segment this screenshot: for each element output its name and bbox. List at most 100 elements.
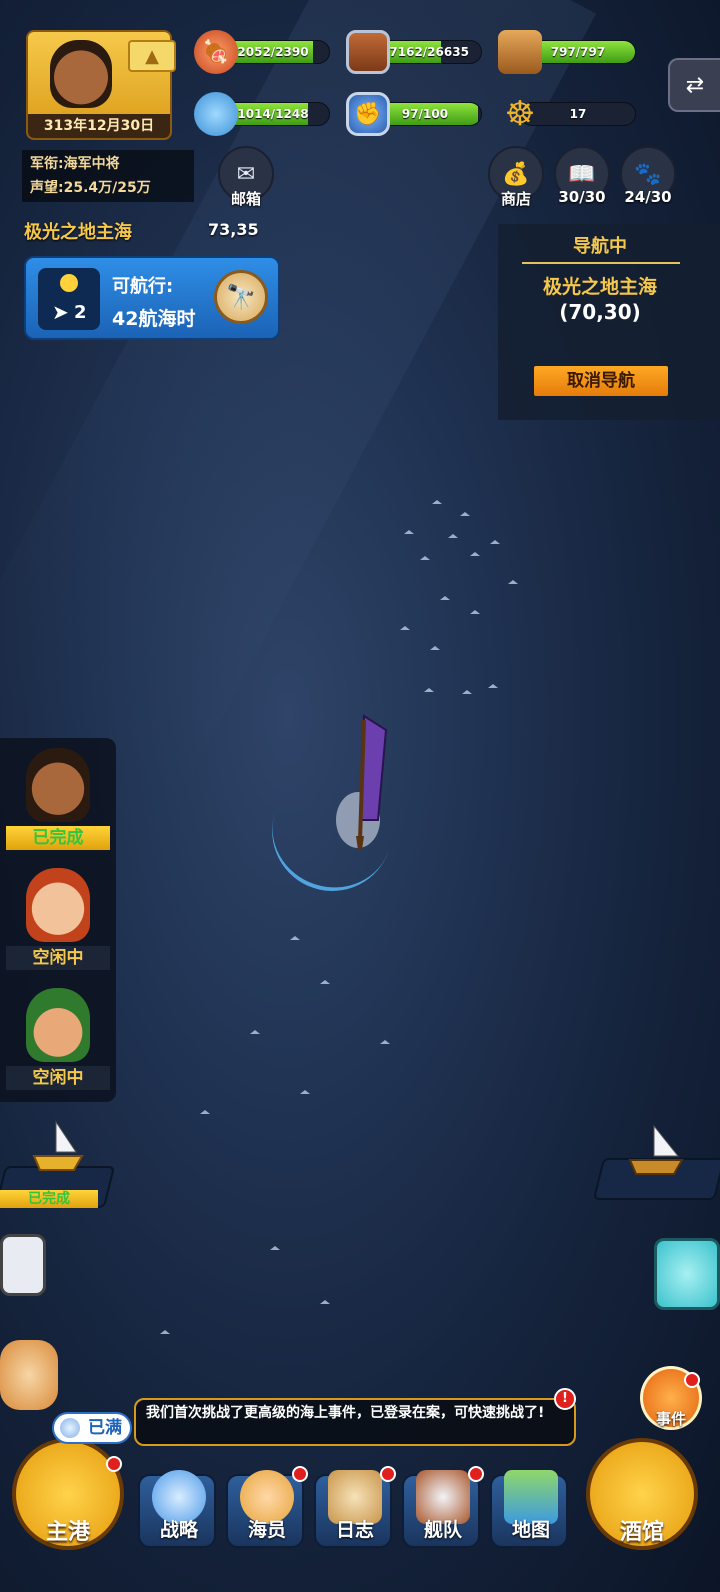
tab-map[interactable]: 地图: [490, 1470, 568, 1548]
book-count: 30/30: [558, 188, 606, 206]
harbor-notification-dot: [106, 1456, 122, 1472]
tavern-label: 酒馆: [619, 1520, 664, 1545]
spyglass-icon[interactable]: 🔭: [214, 270, 268, 324]
rank-info: 军衔:海军中将 声望:25.4万/25万: [22, 150, 194, 202]
weather-compass: ➤ 2: [38, 268, 100, 330]
player-ship[interactable]: [320, 700, 400, 860]
navigation-title: 导航中: [573, 236, 627, 257]
wood-resource[interactable]: 17162/26635: [346, 30, 482, 74]
divider: [522, 262, 680, 264]
captain-slot[interactable]: 已完成: [6, 742, 110, 854]
wave-mark: [508, 580, 518, 584]
wave-mark: [380, 1040, 390, 1044]
captain-status: 空闲中: [6, 946, 110, 970]
dog-pet[interactable]: [0, 1340, 58, 1410]
cat-pet[interactable]: [654, 1238, 720, 1310]
tab-fleet-label: 舰队: [423, 1519, 462, 1541]
arrow-icon: ➤: [52, 300, 69, 324]
wave-mark: [300, 1090, 310, 1094]
wave-mark: [250, 1030, 260, 1034]
tab-journal-label: 日志: [335, 1519, 374, 1541]
ghost-pet[interactable]: [0, 1234, 46, 1296]
wave-mark: [290, 936, 300, 940]
player-avatar: [50, 40, 112, 108]
fleet-notification-dot: [468, 1466, 484, 1482]
wave-mark: [440, 596, 450, 600]
book-icon: 📖: [568, 161, 596, 187]
wave-mark: [448, 534, 458, 538]
wave-mark: [400, 626, 410, 630]
sun-icon: [60, 274, 78, 292]
wave-mark: [470, 610, 480, 614]
wave-mark: [490, 540, 500, 544]
captain-slot[interactable]: 空闲中: [6, 862, 110, 974]
tab-journal[interactable]: 日志: [314, 1470, 392, 1548]
crew-resource[interactable]: 1014/1248: [194, 92, 332, 136]
captain-status: 空闲中: [6, 1066, 110, 1090]
food-resource[interactable]: 2052/2390 🍖: [194, 30, 332, 74]
energy-resource[interactable]: 97/100 ✊: [346, 92, 482, 136]
navigation-coordinates: (70,30): [559, 300, 641, 324]
fame-value: 声望:25.4万/25万: [30, 180, 151, 196]
wave-mark: [460, 512, 470, 516]
wave-mark: [320, 980, 330, 984]
sailable-label: 可航行:: [112, 276, 174, 297]
tab-map-label: 地图: [511, 1519, 550, 1541]
captain-status: 已完成: [6, 826, 110, 850]
storage-full-badge: 已满: [52, 1412, 132, 1444]
crew-notification-dot: [292, 1466, 308, 1482]
journal-notification-dot: [380, 1466, 396, 1482]
wave-mark: [424, 688, 434, 692]
fleet-left[interactable]: 已完成: [0, 1112, 116, 1208]
fleet-right[interactable]: [592, 1118, 720, 1200]
captain-avatar: [26, 988, 90, 1062]
swap-arrows-icon[interactable]: ⇄: [668, 58, 720, 112]
wave-mark: [200, 1110, 210, 1114]
tab-strategy-label: 战略: [159, 1519, 198, 1541]
pet-count: 24/30: [624, 188, 672, 206]
wave-mark: [470, 552, 480, 556]
wave-mark: [430, 646, 440, 650]
event-label: 事件: [655, 1410, 686, 1428]
message-text: 我们首次挑战了更高级的海上事件，已登录在案，可快速挑战了!: [146, 1405, 545, 1421]
fleet-ship-icon: [628, 1124, 684, 1175]
wave-mark: [462, 690, 472, 694]
lumber-icon: [498, 30, 542, 74]
wave-mark: [270, 1246, 280, 1250]
pet-icon: 🐾: [634, 161, 662, 187]
money-bag-icon: 💰: [502, 161, 530, 187]
message-banner[interactable]: 我们首次挑战了更高级的海上事件，已登录在案，可快速挑战了!: [134, 1398, 576, 1446]
sailing-panel[interactable]: ➤ 2 可航行: 42航海时 🔭: [24, 256, 280, 340]
ship-wheel-icon: ☸: [504, 94, 536, 134]
cancel-navigation-button[interactable]: 取消导航: [534, 366, 668, 396]
helm-resource[interactable]: 17 ☸: [498, 94, 638, 134]
captain-slot[interactable]: 空闲中: [6, 982, 110, 1094]
captain-list: 已完成 空闲中 空闲中: [0, 738, 116, 1102]
navigation-destination: 极光之地主海: [542, 276, 657, 298]
tab-crew[interactable]: 海员: [226, 1470, 304, 1548]
wave-mark: [420, 556, 430, 560]
wave-mark: [488, 684, 498, 688]
material-resource[interactable]: 797/797: [498, 30, 638, 74]
gem-icon: [60, 1418, 80, 1438]
sail-count: 2: [74, 302, 87, 323]
mailbox-label: 邮箱: [230, 190, 261, 208]
sailor-icon: [194, 92, 238, 136]
tab-strategy[interactable]: 战略: [138, 1470, 216, 1548]
event-notification-dot: [684, 1372, 700, 1388]
message-alert-icon: !: [554, 1388, 576, 1410]
game-date: 313年12月30日: [28, 114, 170, 138]
tab-fleet[interactable]: 舰队: [402, 1470, 480, 1548]
sailable-hours: 42航海时: [112, 308, 196, 330]
fleet-ship-icon: [32, 1120, 84, 1171]
storage-full-text: 已满: [88, 1418, 122, 1438]
game-screen: ▲ 313年12月30日 2052/2390 🍖 17162/26635 797…: [0, 0, 720, 1592]
rank-up-icon[interactable]: ▲: [128, 40, 176, 72]
shop-label: 商店: [500, 190, 531, 208]
current-sea-name: 极光之地主海: [24, 222, 132, 243]
navigation-panel: 导航中 极光之地主海 (70,30) 取消导航: [498, 224, 720, 420]
current-coordinates: 73,35: [208, 220, 259, 239]
fist-shield-icon: ✊: [346, 92, 390, 136]
wave-mark: [432, 500, 442, 504]
tab-crew-label: 海员: [247, 1519, 286, 1541]
